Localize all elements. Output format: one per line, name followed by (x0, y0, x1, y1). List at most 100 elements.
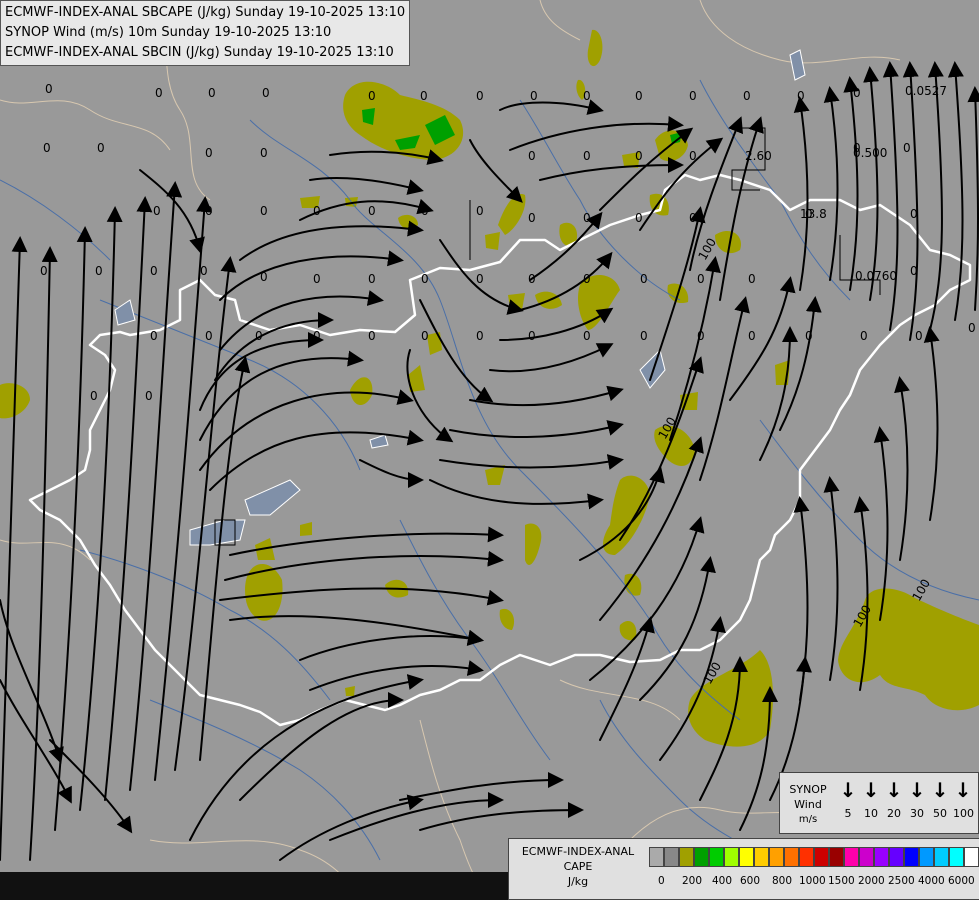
cape-color-swatch (799, 847, 814, 867)
cape-color-swatch (679, 847, 694, 867)
synop-legend-title-3: m/s (798, 814, 818, 825)
wind-arrow-icon: ↓ (908, 778, 926, 802)
field-value-label: 0 (40, 264, 48, 278)
wind-arrow-icon: ↓ (839, 778, 857, 802)
field-value-label: 0 (260, 146, 268, 160)
synop-speed-arrow: ↓ 50 (930, 779, 950, 820)
cape-tick-label: 2500 (888, 875, 915, 887)
cape-tick-label: 4000 (918, 875, 945, 887)
cape-tick-label: 600 (740, 875, 761, 887)
field-value-label: 0.0760 (855, 269, 897, 283)
field-value-label: 13.8 (800, 207, 827, 221)
cape-color-swatch (724, 847, 739, 867)
field-value-label: 0 (368, 272, 376, 286)
synop-speed-arrow: ↓ 20 (884, 779, 904, 820)
cape-tick-label: 2000 (858, 875, 885, 887)
cape-tick-label: 400 (712, 875, 733, 887)
weather-map: 0 0 0 0 0 0 0 0 0 0 0 0 0 0 0 0 0 0 0 0 0 0 0 0 0 0 0 0 0 0 0 0 0 0 0 0 0 0 0 0… (0, 0, 979, 900)
field-value-label: 0 (421, 272, 429, 286)
cape-tick-label: 800 (772, 875, 793, 887)
synop-speed-arrow: ↓ 100 (953, 778, 974, 820)
field-value-label: 0 (145, 389, 153, 403)
field-value-label: 0 (640, 272, 648, 286)
field-value-label: 0 (97, 141, 105, 155)
cape-legend-title-3: J/kg (567, 875, 589, 888)
field-value-label: 0 (260, 204, 268, 218)
field-value-label: 0 (689, 211, 697, 225)
field-value-label: 0 (200, 264, 208, 278)
field-value-label: 0 (208, 86, 216, 100)
field-value-label: 0 (748, 272, 756, 286)
field-value-label: 0 (476, 329, 484, 343)
field-value-label: 0 (635, 149, 643, 163)
wind-arrow-icon: ↓ (954, 778, 972, 802)
field-value-label: 0 (255, 329, 263, 343)
cape-color-swatch (889, 847, 904, 867)
cape-color-swatch (934, 847, 949, 867)
wind-arrow-icon: ↓ (885, 778, 903, 802)
field-value-label: 0 (853, 86, 861, 100)
cape-tick-label: 200 (682, 875, 703, 887)
cape-color-swatch (754, 847, 769, 867)
field-value-label: 0 (368, 89, 376, 103)
cape-color-swatch (919, 847, 934, 867)
field-value-label: 0 (530, 89, 538, 103)
field-value-label: 0 (697, 272, 705, 286)
field-value-label: 0.0527 (905, 84, 947, 98)
synop-speed-value: 5 (844, 807, 852, 820)
synop-speed-arrow: ↓ 10 (861, 779, 881, 820)
wind-arrow-icon: ↓ (862, 778, 880, 802)
synop-speed-value: 100 (953, 807, 974, 820)
field-value-label: 0.500 (853, 146, 887, 160)
cape-color-swatch (814, 847, 829, 867)
cape-tick-label: 6000 (948, 875, 975, 887)
field-value-label: 0 (860, 329, 868, 343)
field-value-label: 0 (689, 89, 697, 103)
field-value-label: 0 (476, 204, 484, 218)
field-value-label: 0 (368, 329, 376, 343)
field-value-label: 0 (968, 321, 976, 335)
synop-speed-arrow: ↓ 5 (838, 779, 858, 820)
field-value-label: 0 (748, 329, 756, 343)
field-value-label: 0 (260, 270, 268, 284)
field-value-label: 0 (90, 389, 98, 403)
field-value-label: 0 (205, 146, 213, 160)
field-value-label: 0 (420, 89, 428, 103)
field-value-label: 0 (155, 86, 163, 100)
cape-color-swatch (694, 847, 709, 867)
cape-color-swatch (664, 847, 679, 867)
cape-color-swatch (784, 847, 799, 867)
synop-legend-title-1: SYNOP (789, 783, 827, 796)
field-value-label: 0 (205, 329, 213, 343)
field-value-label: 0 (583, 329, 591, 343)
synop-wind-legend: SYNOP Wind m/s ↓ 5 ↓ 10 ↓ 20 ↓ 30 ↓ 50 ↓ 100 (779, 772, 979, 834)
field-value-label: 0 (805, 329, 813, 343)
cape-tick-label: 0 (658, 875, 665, 887)
cape-color-swatch (964, 847, 979, 867)
field-value-label: 0 (583, 89, 591, 103)
field-value-label: 0 (635, 89, 643, 103)
field-value-label: 0 (910, 264, 918, 278)
cape-color-swatch (649, 847, 664, 867)
map-title-box: ECMWF-INDEX-ANAL SBCAPE (J/kg) Sunday 19… (0, 0, 411, 66)
cape-color-legend: ECMWF-INDEX-ANAL CAPE J/kg 0 200 400 600 800… (508, 838, 979, 900)
field-value-label: 0 (313, 329, 321, 343)
cape-color-swatch (874, 847, 889, 867)
field-value-label: 0 (528, 329, 536, 343)
field-value-label: 0 (640, 329, 648, 343)
field-value-label: 0 (903, 141, 911, 155)
field-value-label: 0 (43, 141, 51, 155)
cape-color-swatch (709, 847, 724, 867)
field-value-label: 2.60 (745, 149, 772, 163)
field-value-label: 0 (797, 89, 805, 103)
cape-color-swatch (769, 847, 784, 867)
field-value-label: 0 (689, 149, 697, 163)
cape-tick-label: 1000 (799, 875, 826, 887)
field-value-label: 0 (476, 272, 484, 286)
cape-tick-label: 1500 (828, 875, 855, 887)
field-value-label: 0 (528, 272, 536, 286)
cape-color-swatch (829, 847, 844, 867)
title-line-cape: ECMWF-INDEX-ANAL SBCAPE (J/kg) Sunday 19… (5, 5, 406, 20)
field-value-label: 0 (635, 211, 643, 225)
synop-speed-value: 20 (887, 807, 901, 820)
